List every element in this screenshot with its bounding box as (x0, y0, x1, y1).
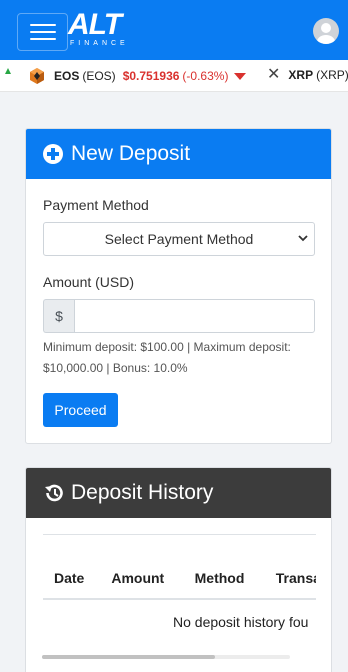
new-deposit-card: New Deposit Payment Method Select Paymen… (25, 128, 332, 444)
alt-finance-logo[interactable]: ALT FINANCE (68, 10, 138, 52)
empty-history-message: No deposit history fou (173, 614, 309, 630)
history-icon (45, 484, 63, 502)
currency-addon: $ (43, 299, 74, 333)
new-deposit-title: New Deposit (71, 142, 191, 165)
chevron-down-icon (298, 235, 308, 242)
deposit-history-title: Deposit History (71, 481, 214, 504)
price-up-icon (5, 68, 11, 74)
horizontal-scrollbar-thumb[interactable] (42, 655, 215, 659)
crypto-ticker: EOS (EOS) $0.751936 (-0.63%) ✕ XRP (XRP) (0, 60, 348, 92)
eos-coin-icon (30, 68, 44, 84)
deposit-history-table: Date Amount Method Transact ID No deposi… (43, 535, 316, 630)
amount-input[interactable] (74, 299, 315, 333)
ticker-item-xrp: ✕ XRP (XRP) (267, 66, 348, 83)
menu-toggle-button[interactable] (17, 13, 68, 51)
deposit-history-card: Deposit History Date Amount Method Trans… (25, 467, 332, 672)
top-navbar: ALT FINANCE (0, 0, 348, 60)
hamburger-icon (29, 24, 56, 26)
deposit-history-header: Deposit History (26, 468, 331, 518)
history-table-scroll[interactable]: Date Amount Method Transact ID No deposi… (43, 534, 316, 672)
column-header-method: Method (183, 535, 265, 600)
price-down-icon (234, 72, 247, 80)
deposit-limits-text: Minimum deposit: $100.00 | Maximum depos… (43, 340, 291, 375)
payment-method-label: Payment Method (43, 197, 149, 213)
new-deposit-header: New Deposit (26, 129, 331, 179)
xrp-coin-icon: ✕ (267, 66, 281, 83)
amount-input-group: $ (43, 299, 315, 333)
table-row: No deposit history fou (43, 599, 316, 630)
column-header-transaction-id: Transact ID (264, 535, 316, 600)
ticker-item-eos: EOS (EOS) $0.751936 (-0.63%) (28, 67, 247, 85)
proceed-button[interactable]: Proceed (43, 393, 118, 427)
column-header-date: Date (43, 535, 101, 600)
amount-label: Amount (USD) (43, 274, 135, 290)
column-header-amount: Amount (100, 535, 184, 600)
plus-circle-icon (43, 144, 63, 164)
payment-method-select[interactable]: Select Payment Method (43, 222, 315, 256)
user-avatar[interactable] (313, 18, 339, 44)
